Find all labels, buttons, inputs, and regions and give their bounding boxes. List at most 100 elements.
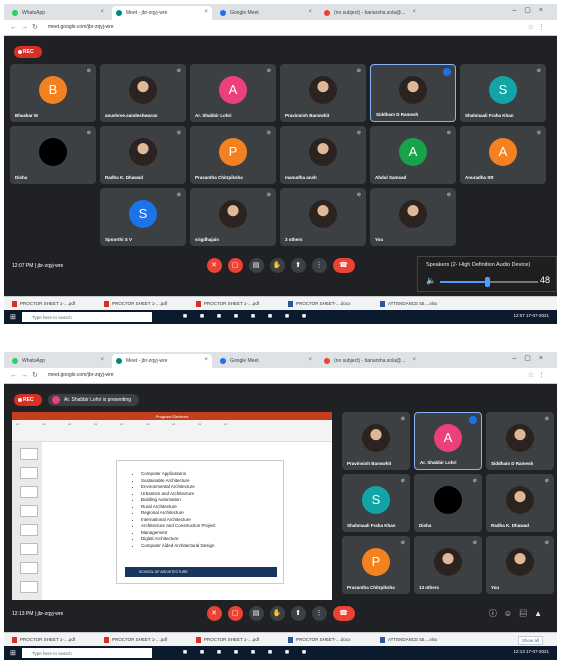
tab-close-icon[interactable]: × (412, 9, 416, 15)
end-call-button[interactable]: ☎ (332, 606, 355, 621)
participant-tile[interactable]: S ⊘ Spoorthi S V (100, 188, 186, 246)
browser-tab[interactable]: WhatsApp × (8, 354, 108, 368)
end-call-button[interactable]: ☎ (332, 258, 355, 273)
slide-thumbnail[interactable] (20, 562, 38, 574)
download-item[interactable]: PROCTOR SHEET 1-....pdf (104, 301, 167, 307)
taskbar-search[interactable]: Type here to search (22, 312, 152, 322)
participant-tile[interactable]: P ⊘ Prasantha Chitrpiksha (342, 536, 410, 594)
extension-icons[interactable]: ☆⋮ (528, 371, 549, 379)
download-item[interactable]: PROCTOR SHEET-....docx (288, 301, 350, 307)
volume-slider[interactable] (440, 277, 538, 287)
participant-tile[interactable]: B ⊘ Bhaskar M (10, 64, 96, 122)
chrome-icon[interactable]: ■ (214, 312, 224, 322)
slide-thumbnail[interactable] (20, 486, 38, 498)
url-field[interactable]: meet.google.com/jbr-zqyj-wre (48, 372, 114, 378)
powerpoint-icon[interactable]: ■ (265, 312, 275, 322)
present-button[interactable]: ⬆ (290, 258, 306, 273)
store-icon[interactable]: ■ (248, 312, 258, 322)
participant-tile[interactable]: ⊘ 13 others (414, 536, 482, 594)
camera-off-button[interactable]: ▢ (227, 606, 243, 621)
taskbar-search[interactable]: Type here to search (22, 648, 152, 658)
raise-hand-button[interactable]: ✋ (269, 258, 285, 273)
download-item[interactable]: PROCTOR SHEET 1-....pdf (104, 637, 167, 643)
tab-close-icon[interactable]: × (100, 357, 104, 363)
powerpoint-icon[interactable]: ■ (265, 648, 275, 658)
tab-close-icon[interactable]: × (100, 9, 104, 15)
participant-tile[interactable]: ⊘ You (486, 536, 554, 594)
camera-off-button[interactable]: ▢ (227, 258, 243, 273)
participant-tile[interactable]: A⊘Ar. Shabbir Lohri (190, 64, 276, 122)
tab-close-icon[interactable]: × (412, 357, 416, 363)
chrome-icon[interactable]: ■ (214, 648, 224, 658)
mic-off-button[interactable]: ✕ (206, 606, 222, 621)
download-item[interactable]: PROCTOR SHEET 1-....pdf (196, 301, 259, 307)
participant-tile[interactable]: P ⊘ Prasantha Chitrpiksha (190, 126, 276, 184)
download-item[interactable]: PROCTOR SHEET 1-....pdf (196, 637, 259, 643)
volume-slider-thumb[interactable] (485, 277, 491, 287)
browser-tab[interactable]: (no subject) - banarsha.sola@... × (320, 6, 420, 20)
mic-off-button[interactable]: ✕ (206, 258, 222, 273)
tab-close-icon[interactable]: × (204, 357, 208, 363)
participant-tile[interactable]: S ⊘ Shahmaali Fraha Khan (342, 474, 410, 532)
window-controls[interactable]: –▢× (512, 6, 551, 14)
browser-tab[interactable]: Meet - jbr-zqyj-wre × (112, 6, 212, 20)
participant-tile[interactable]: ⊘ Radha K. Dhawad (100, 126, 186, 184)
participant-tile[interactable]: ⊘ You (370, 188, 456, 246)
participant-tile[interactable]: A ⊘ Abdul Samsad (370, 126, 456, 184)
participant-tile[interactable]: ⊘ manudha ansh (280, 126, 366, 184)
captions-button[interactable]: ▤ (248, 606, 264, 621)
excel-icon[interactable]: ■ (299, 648, 309, 658)
slide-thumbnail[interactable] (20, 448, 38, 460)
folder-icon[interactable]: ■ (231, 312, 241, 322)
windows-start-icon[interactable]: ⊞ (10, 649, 16, 657)
download-item[interactable]: PROCTOR SHEET 1-....pdf (12, 637, 75, 643)
participant-tile[interactable]: ⊘ Radha K. Dhawad (486, 474, 554, 532)
participant-tile[interactable]: S ⊘ Shahmaali Fraha Khan (460, 64, 546, 122)
slide-thumbnail[interactable] (20, 467, 38, 479)
windows-start-icon[interactable]: ⊞ (10, 313, 16, 321)
tab-close-icon[interactable]: × (308, 9, 312, 15)
participant-tile[interactable]: ⊘ Pravinsinh Banswhit (280, 64, 366, 122)
show-all-button[interactable]: Show all (517, 636, 543, 645)
participant-tile[interactable]: ⊘Siddham D Ramesh (370, 64, 456, 122)
url-field[interactable]: meet.google.com/jbr-zqyj-wre (48, 24, 114, 30)
participant-tile[interactable]: ⊘ Disha (10, 126, 96, 184)
tab-close-icon[interactable]: × (308, 357, 312, 363)
mail-icon[interactable]: ■ (197, 648, 207, 658)
slide-thumbnail[interactable] (20, 581, 38, 593)
download-item[interactable]: PROCTOR SHEET-....docx (288, 637, 350, 643)
task-view-icon[interactable]: ■ (180, 312, 190, 322)
window-controls[interactable]: –▢× (512, 354, 551, 362)
word-icon[interactable]: ■ (282, 312, 292, 322)
nav-buttons[interactable]: ←→↻ (10, 23, 42, 31)
excel-icon[interactable]: ■ (299, 312, 309, 322)
more-options-button[interactable]: ⋮ (311, 606, 327, 621)
slide-thumbnail[interactable] (20, 543, 38, 555)
side-panel-buttons[interactable]: ⓘ☺▤▲ (489, 608, 549, 619)
task-view-icon[interactable]: ■ (180, 648, 190, 658)
download-item[interactable]: ATTENDANCE 55....xlsx (380, 301, 437, 307)
nav-buttons[interactable]: ←→↻ (10, 371, 42, 379)
download-item[interactable]: PROCTOR SHEET 1-....pdf (12, 301, 75, 307)
participant-tile[interactable]: A ⊘ Anuradha SR (460, 126, 546, 184)
mail-icon[interactable]: ■ (197, 312, 207, 322)
participant-tile[interactable]: ⊘ Pravinsinh Banswhit (342, 412, 410, 470)
raise-hand-button[interactable]: ✋ (269, 606, 285, 621)
participant-tile[interactable]: ⊘ srigdhajain (190, 188, 276, 246)
browser-tab[interactable]: Google Meet × (216, 354, 316, 368)
browser-tab[interactable]: (no subject) - banarsha.sola@... × (320, 354, 420, 368)
participant-tile[interactable]: ⊘Siddham D Ramesh (486, 412, 554, 470)
slide-thumbnail[interactable] (20, 524, 38, 536)
slide-thumbnail[interactable] (20, 505, 38, 517)
participant-tile[interactable]: A⊘Ar. Shabbir Lohri (414, 412, 482, 470)
word-icon[interactable]: ■ (282, 648, 292, 658)
folder-icon[interactable]: ■ (231, 648, 241, 658)
browser-tab[interactable]: WhatsApp × (8, 6, 108, 20)
download-item[interactable]: ATTENDANCE 55....xlsx (380, 637, 437, 643)
present-button[interactable]: ⬆ (290, 606, 306, 621)
participant-tile[interactable]: ⊘ 3 others (280, 188, 366, 246)
store-icon[interactable]: ■ (248, 648, 258, 658)
extension-icons[interactable]: ☆⋮ (528, 23, 549, 31)
speaker-icon[interactable]: 🔈 (426, 276, 436, 285)
more-options-button[interactable]: ⋮ (311, 258, 327, 273)
